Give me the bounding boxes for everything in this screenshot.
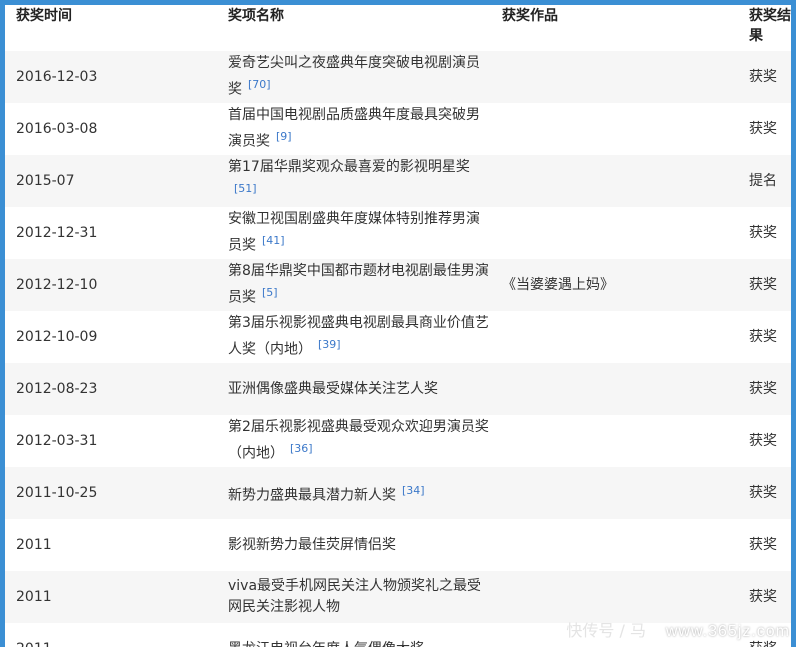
award-work — [502, 415, 746, 467]
award-date: 2012-12-10 — [5, 259, 224, 311]
award-result: 获奖 — [746, 467, 791, 519]
award-date: 2016-03-08 — [5, 103, 224, 155]
table-header-row: 获奖时间 奖项名称 获奖作品 获奖结果 — [5, 5, 791, 51]
table-row: 2012-03-31 第2届乐视影视盛典最受观众欢迎男演员奖（内地） [36] 获奖 — [5, 415, 791, 467]
award-result: 获奖 — [746, 363, 791, 415]
award-name-cell: 爱奇艺尖叫之夜盛典年度突破电视剧演员奖 [70] — [224, 51, 502, 103]
award-work — [502, 571, 746, 623]
award-name: 首届中国电视剧品质盛典年度最具突破男演员奖 — [228, 107, 480, 150]
table-row: 2011 影视新势力最佳荧屏情侣奖 获奖 — [5, 519, 791, 571]
award-date: 2012-10-09 — [5, 311, 224, 363]
award-name: 黑龙江电视台年度人气偶像大奖 — [228, 641, 424, 647]
award-name-cell: 安徽卫视国剧盛典年度媒体特别推荐男演员奖 [41] — [224, 207, 502, 259]
table-row: 2015-07 第17届华鼎奖观众最喜爱的影视明星奖 [51] 提名 — [5, 155, 791, 207]
award-work — [502, 103, 746, 155]
award-name: viva最受手机网民关注人物颁奖礼之最受网民关注影视人物 — [228, 578, 482, 615]
header-award: 奖项名称 — [224, 5, 502, 51]
table-row: 2012-08-23 亚洲偶像盛典最受媒体关注艺人奖 获奖 — [5, 363, 791, 415]
citation-link[interactable]: [36] — [290, 442, 313, 455]
award-work: 《当婆婆遇上妈》 — [502, 259, 746, 311]
award-date: 2012-03-31 — [5, 415, 224, 467]
award-result: 获奖 — [746, 415, 791, 467]
award-result: 获奖 — [746, 51, 791, 103]
header-result: 获奖结果 — [746, 5, 791, 51]
award-date: 2016-12-03 — [5, 51, 224, 103]
award-work — [502, 519, 746, 571]
award-name: 爱奇艺尖叫之夜盛典年度突破电视剧演员奖 — [228, 55, 480, 98]
table-row: 2011-10-25 新势力盛典最具潜力新人奖 [34] 获奖 — [5, 467, 791, 519]
award-work — [502, 51, 746, 103]
award-name-cell: 第3届乐视影视盛典电视剧最具商业价值艺人奖（内地） [39] — [224, 311, 502, 363]
citation-link[interactable]: [5] — [262, 286, 278, 299]
award-date: 2011 — [5, 571, 224, 623]
award-date: 2011 — [5, 623, 224, 647]
award-work — [502, 155, 746, 207]
award-name: 第8届华鼎奖中国都市题材电视剧最佳男演员奖 — [228, 263, 489, 306]
citation-link[interactable]: [9] — [276, 130, 292, 143]
award-work — [502, 467, 746, 519]
award-name-cell: 第17届华鼎奖观众最喜爱的影视明星奖 [51] — [224, 155, 502, 207]
award-name-cell: 亚洲偶像盛典最受媒体关注艺人奖 — [224, 363, 502, 415]
awards-table: 获奖时间 奖项名称 获奖作品 获奖结果 2016-12-03 爱奇艺尖叫之夜盛典年… — [5, 5, 791, 647]
table-row: 2011 viva最受手机网民关注人物颁奖礼之最受网民关注影视人物 获奖 — [5, 571, 791, 623]
award-name-cell: 首届中国电视剧品质盛典年度最具突破男演员奖 [9] — [224, 103, 502, 155]
award-result: 提名 — [746, 155, 791, 207]
award-name-cell: 第2届乐视影视盛典最受观众欢迎男演员奖（内地） [36] — [224, 415, 502, 467]
award-name: 第3届乐视影视盛典电视剧最具商业价值艺人奖（内地） — [228, 315, 489, 358]
header-work: 获奖作品 — [502, 5, 746, 51]
award-result: 获奖 — [746, 519, 791, 571]
award-work — [502, 207, 746, 259]
award-date: 2011-10-25 — [5, 467, 224, 519]
award-date: 2012-08-23 — [5, 363, 224, 415]
award-name-cell: 新势力盛典最具潜力新人奖 [34] — [224, 467, 502, 519]
award-result: 获奖 — [746, 207, 791, 259]
table-row: 2012-10-09 第3届乐视影视盛典电视剧最具商业价值艺人奖（内地） [39] 获… — [5, 311, 791, 363]
table-row: 2012-12-31 安徽卫视国剧盛典年度媒体特别推荐男演员奖 [41] 获奖 — [5, 207, 791, 259]
award-name-cell: 第8届华鼎奖中国都市题材电视剧最佳男演员奖 [5] — [224, 259, 502, 311]
watermark: www.365jz.com — [665, 623, 790, 640]
award-name: 影视新势力最佳荧屏情侣奖 — [228, 536, 396, 553]
award-name: 亚洲偶像盛典最受媒体关注艺人奖 — [228, 380, 438, 397]
awards-table-frame: 获奖时间 奖项名称 获奖作品 获奖结果 2016-12-03 爱奇艺尖叫之夜盛典年… — [0, 0, 796, 647]
award-name-cell: viva最受手机网民关注人物颁奖礼之最受网民关注影视人物 — [224, 571, 502, 623]
award-result: 获奖 — [746, 571, 791, 623]
award-result: 获奖 — [746, 103, 791, 155]
award-name-cell: 黑龙江电视台年度人气偶像大奖 — [224, 623, 502, 647]
award-result: 获奖 — [746, 311, 791, 363]
award-date: 2011 — [5, 519, 224, 571]
award-name: 第2届乐视影视盛典最受观众欢迎男演员奖（内地） — [228, 419, 489, 462]
award-name: 第17届华鼎奖观众最喜爱的影视明星奖 — [228, 159, 470, 176]
citation-link[interactable]: [70] — [248, 78, 271, 91]
award-name-cell: 影视新势力最佳荧屏情侣奖 — [224, 519, 502, 571]
table-row: 2012-12-10 第8届华鼎奖中国都市题材电视剧最佳男演员奖 [5] 《当婆婆遇上… — [5, 259, 791, 311]
watermark-faint: 快传号 / 马 — [566, 621, 646, 640]
award-date: 2012-12-31 — [5, 207, 224, 259]
award-result: 获奖 — [746, 259, 791, 311]
citation-link[interactable]: [39] — [318, 338, 341, 351]
table-row: 2016-12-03 爱奇艺尖叫之夜盛典年度突破电视剧演员奖 [70] 获奖 — [5, 51, 791, 103]
citation-link[interactable]: [51] — [234, 182, 257, 195]
award-work — [502, 311, 746, 363]
award-work — [502, 363, 746, 415]
award-name: 新势力盛典最具潜力新人奖 — [228, 487, 396, 504]
citation-link[interactable]: [41] — [262, 234, 285, 247]
citation-link[interactable]: [34] — [402, 484, 425, 497]
table-row: 2016-03-08 首届中国电视剧品质盛典年度最具突破男演员奖 [9] 获奖 — [5, 103, 791, 155]
award-name: 安徽卫视国剧盛典年度媒体特别推荐男演员奖 — [228, 211, 480, 254]
award-date: 2015-07 — [5, 155, 224, 207]
header-date: 获奖时间 — [5, 5, 224, 51]
